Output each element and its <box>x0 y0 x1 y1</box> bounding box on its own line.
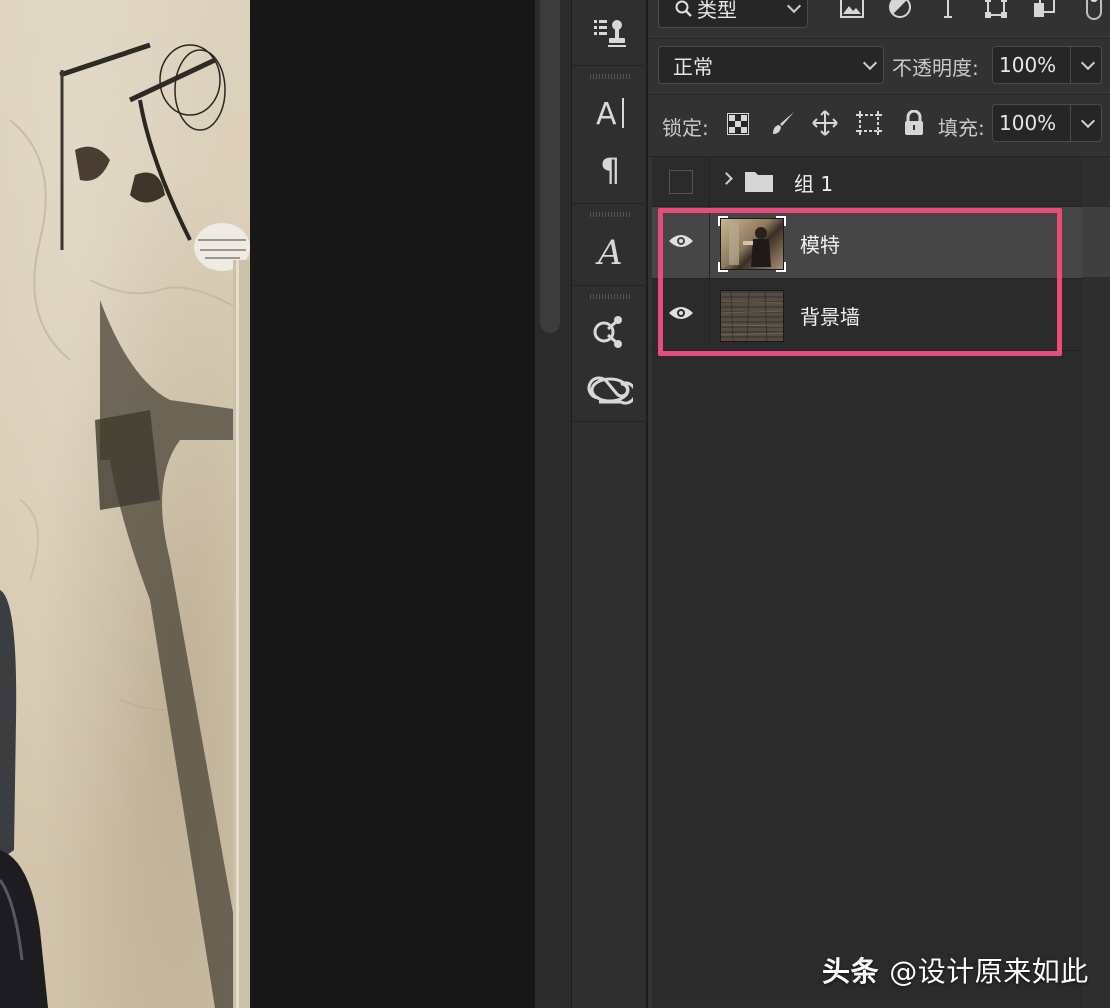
filter-kind-label: 类型 <box>697 0 737 22</box>
panel-grip[interactable] <box>590 74 630 79</box>
canvas-scroll-thumb[interactable] <box>540 0 560 333</box>
canvas-image <box>0 0 250 1008</box>
blend-mode-value: 正常 <box>673 54 713 79</box>
eye-icon <box>668 233 694 253</box>
opacity-value: 100% <box>999 53 1057 77</box>
filter-adjustment-icon[interactable] <box>886 0 914 20</box>
watermark-handle: @设计原来如此 <box>889 955 1089 988</box>
fill-label: 填充: <box>938 116 985 140</box>
filter-pixel-icon[interactable] <box>838 0 866 20</box>
panel-grip[interactable] <box>590 212 630 217</box>
blend-row: 正常 不透明度: 100% <box>648 38 1110 94</box>
chevron-down-icon <box>786 0 802 14</box>
panel-tool-strip: A ¶ A <box>571 0 648 1008</box>
lock-transparent-pixels-icon[interactable] <box>724 110 752 138</box>
layer-row-background-wall[interactable]: 背景墙 <box>652 279 1082 351</box>
paragraph-icon[interactable]: ¶ <box>586 146 634 190</box>
opacity-field[interactable]: 100% <box>992 46 1102 84</box>
panel-grip[interactable] <box>590 294 630 299</box>
layers-panel: 类型 正常 不透明度: 100% 锁定: 填充: 100% 组 1 模特 背景墙 <box>648 0 1110 1008</box>
fill-value: 100% <box>999 111 1057 135</box>
layers-list: 组 1 模特 背景墙 <box>652 157 1082 1008</box>
layer-thumbnail-model <box>718 216 786 272</box>
lock-image-pixels-brush-icon[interactable] <box>768 108 798 138</box>
layer-thumbnail-background-wall <box>720 290 784 342</box>
eye-icon <box>668 305 694 325</box>
layers-scroll-thumb[interactable] <box>1082 207 1110 277</box>
creative-cloud-icon[interactable] <box>586 366 634 410</box>
layer-visibility-toggle[interactable] <box>652 279 710 351</box>
lock-all-icon[interactable] <box>900 108 928 138</box>
share-nodes-icon[interactable] <box>586 310 634 354</box>
lock-label: 锁定: <box>662 116 709 140</box>
layer-name: 组 1 <box>794 171 834 196</box>
chevron-right-icon[interactable] <box>720 172 733 185</box>
svg-text:¶: ¶ <box>600 151 620 186</box>
blend-mode-dropdown[interactable]: 正常 <box>658 46 884 84</box>
fill-field[interactable]: 100% <box>992 104 1102 142</box>
filter-kind-dropdown[interactable]: 类型 <box>658 0 808 28</box>
lock-position-move-icon[interactable] <box>810 108 840 138</box>
watermark-brand: 头条 <box>822 955 880 988</box>
opacity-label: 不透明度: <box>892 56 979 80</box>
svg-text:A: A <box>596 97 617 130</box>
glyphs-icon[interactable]: A <box>586 228 634 272</box>
filter-shape-icon[interactable] <box>982 0 1010 20</box>
tool-group-glyphs: A <box>572 204 648 286</box>
filter-type-icon[interactable] <box>934 0 962 20</box>
tool-group-type: A ¶ <box>572 66 648 204</box>
properties-stamp-icon[interactable] <box>586 10 634 54</box>
lock-artboard-icon[interactable] <box>854 108 884 138</box>
character-icon[interactable]: A <box>586 90 634 134</box>
folder-icon <box>744 169 774 197</box>
layer-row-group[interactable]: 组 1 <box>652 157 1082 207</box>
layers-scrollbar[interactable] <box>1082 157 1110 1008</box>
filter-toggle-switch[interactable] <box>1086 0 1102 20</box>
layer-name: 背景墙 <box>800 304 860 329</box>
svg-text:A: A <box>595 233 623 270</box>
layer-visibility-toggle[interactable] <box>652 157 710 207</box>
canvas-pasteboard <box>250 0 535 1008</box>
layer-row-model[interactable]: 模特 <box>652 207 1082 279</box>
visibility-empty-box <box>668 170 693 194</box>
tool-group-libraries <box>572 286 648 422</box>
chevron-down-icon <box>1080 113 1096 129</box>
tool-group-properties <box>572 0 648 66</box>
chevron-down-icon <box>862 55 878 71</box>
chevron-down-icon <box>1080 55 1096 71</box>
watermark: 头条 @设计原来如此 <box>822 950 1089 990</box>
layer-name: 模特 <box>800 232 840 257</box>
filter-smart-object-icon[interactable] <box>1030 0 1058 20</box>
layer-visibility-toggle[interactable] <box>652 207 710 279</box>
search-icon <box>675 0 693 17</box>
lock-row: 锁定: 填充: 100% <box>648 94 1110 156</box>
layer-filter-row: 类型 <box>648 0 1110 38</box>
